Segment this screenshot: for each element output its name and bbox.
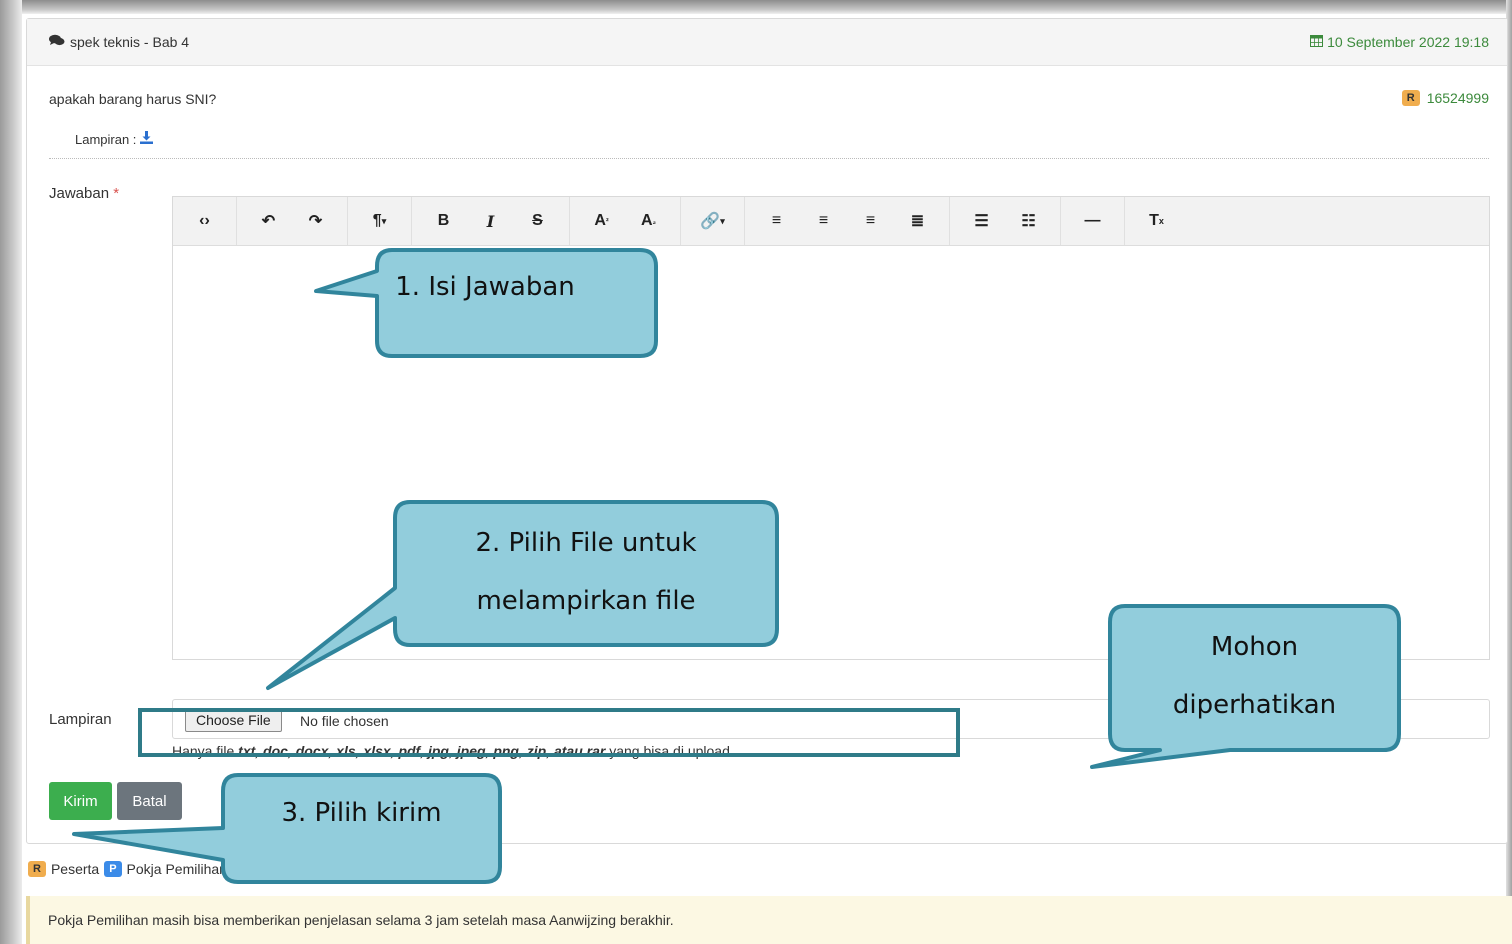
undo-icon[interactable]: ↶	[245, 197, 292, 245]
callout-1-text: 1. Isi Jawaban	[395, 272, 575, 302]
upload-help-highlight	[138, 708, 960, 757]
align-center-icon[interactable]: ≡	[800, 197, 847, 245]
answer-textarea[interactable]	[173, 246, 1489, 659]
link-icon[interactable]: 🔗 ▾	[689, 197, 736, 245]
clear-format-icon[interactable]: Tx	[1133, 197, 1180, 245]
callout-2-text-line2: melampirkan file	[476, 586, 696, 616]
paragraph-icon[interactable]: ¶ ▾	[356, 197, 403, 245]
legend-label-peserta: Peserta	[50, 861, 100, 877]
bold-icon[interactable]: B	[420, 197, 467, 245]
align-justify-icon[interactable]: ≣	[894, 197, 941, 245]
answer-label: Jawaban *	[49, 185, 120, 202]
info-alert-text: Pokja Pemilihan masih bisa memberikan pe…	[48, 912, 674, 928]
redo-icon[interactable]: ↷	[292, 197, 339, 245]
horizontal-rule-icon[interactable]: —	[1069, 197, 1116, 245]
thread-title-text: spek teknis - Bab 4	[70, 34, 190, 50]
ordered-list-icon[interactable]: ☷	[1005, 197, 1052, 245]
thread-title: spek teknis - Bab 4	[49, 34, 189, 50]
info-alert: Pokja Pemilihan masih bisa memberikan pe…	[26, 896, 1512, 944]
date-text: 10 September 2022 19:18	[1327, 34, 1489, 50]
align-left-icon[interactable]: ≡	[753, 197, 800, 245]
superscript-icon[interactable]: A²	[578, 197, 625, 245]
question-text: apakah barang harus SNI?	[49, 91, 217, 107]
comments-icon	[49, 34, 65, 50]
screenshot-shadow-top	[0, 0, 1512, 14]
download-icon[interactable]	[140, 131, 154, 147]
cancel-button[interactable]: Batal	[117, 782, 182, 820]
unordered-list-icon[interactable]: ☰	[958, 197, 1005, 245]
legend-label-pokja: Pokja Pemilihan	[126, 861, 227, 877]
panel-header: spek teknis - Bab 4 10 September 2022 19…	[27, 19, 1507, 66]
role-badge-r: R	[1401, 90, 1420, 106]
rich-text-editor: ‹› ↶ ↷ ¶ ▾ B I S A² A₂ 🔗 ▾ ≡ ≡ ≡ ≣ ☰ ☷ —…	[172, 196, 1490, 660]
italic-icon[interactable]: I	[467, 197, 514, 245]
align-right-icon[interactable]: ≡	[847, 197, 894, 245]
code-view-icon[interactable]: ‹›	[181, 197, 228, 245]
subscript-icon[interactable]: A₂	[625, 197, 672, 245]
question-attachment: Lampiran :	[75, 131, 154, 147]
legend-badge-r: R	[28, 861, 46, 877]
required-marker: *	[113, 185, 120, 202]
author-id: 16524999	[1426, 90, 1489, 106]
legend-badge-p: P	[104, 861, 122, 877]
callout-4-text-line2: diperhatikan	[1172, 690, 1337, 720]
submit-button[interactable]: Kirim	[49, 782, 112, 820]
thread-date: 10 September 2022 19:18	[1310, 34, 1489, 50]
question-author: R 16524999	[1401, 90, 1489, 106]
attachment-label: Lampiran :	[75, 131, 137, 147]
editor-toolbar: ‹› ↶ ↷ ¶ ▾ B I S A² A₂ 🔗 ▾ ≡ ≡ ≡ ≣ ☰ ☷ —…	[173, 197, 1489, 246]
screenshot-shadow-left	[0, 0, 22, 944]
divider	[49, 158, 1489, 159]
calendar-icon	[1310, 34, 1324, 50]
callout-3-text: 3. Pilih kirim	[281, 798, 442, 828]
callout-4-text-line1: Mohon	[1210, 632, 1299, 662]
callout-2-text-line1: 2. Pilih File untuk	[475, 528, 697, 558]
attachment-field-label: Lampiran	[49, 711, 112, 728]
strikethrough-icon[interactable]: S	[514, 197, 561, 245]
role-legend: R Peserta P Pokja Pemilihan	[28, 861, 227, 877]
